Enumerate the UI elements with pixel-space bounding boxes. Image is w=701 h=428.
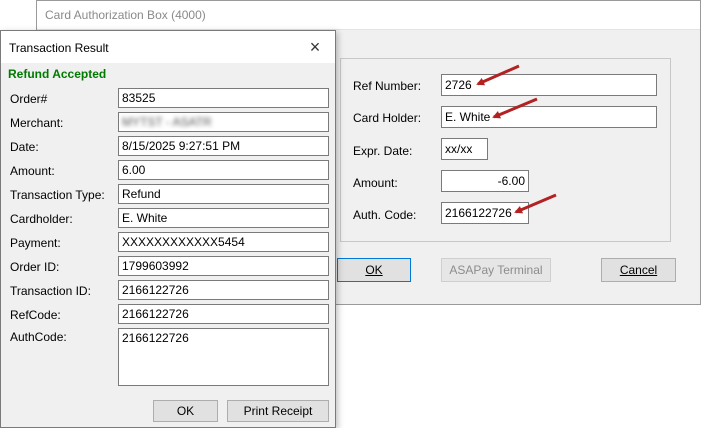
asapay-terminal-button[interactable]: ASAPay Terminal <box>441 258 551 282</box>
authcode-textarea[interactable]: 2166122726 <box>118 328 329 386</box>
authcode-label: AuthCode: <box>10 330 67 344</box>
cardholder-label: Cardholder: <box>10 212 73 226</box>
date-label: Date: <box>10 140 39 154</box>
card-holder-field[interactable]: E. White <box>441 106 657 128</box>
transaction-id-field[interactable]: 2166122726 <box>118 280 329 300</box>
payment-label: Payment: <box>10 236 61 250</box>
asapay-terminal-label: ASAPay Terminal <box>449 263 543 277</box>
card-auth-ok-label: OK <box>365 263 383 277</box>
transaction-result-titlebar: Transaction Result × <box>1 31 335 63</box>
refcode-label: RefCode: <box>10 308 61 322</box>
cardholder-field[interactable]: E. White <box>118 208 329 228</box>
order-number-label: Order# <box>10 92 48 106</box>
order-id-field[interactable]: 1799603992 <box>118 256 329 276</box>
close-icon[interactable]: × <box>295 31 335 63</box>
auth-code-field[interactable]: 2166122726 <box>441 202 529 224</box>
card-auth-ok-button[interactable]: OK <box>337 258 411 282</box>
amount-label: Amount: <box>353 176 398 190</box>
transaction-result-title: Transaction Result <box>9 41 109 55</box>
card-auth-titlebar: Card Authorization Box (4000) <box>37 1 700 30</box>
amount-result-label: Amount: <box>10 164 55 178</box>
result-ok-label: OK <box>176 404 195 418</box>
print-receipt-button[interactable]: Print Receipt <box>227 400 329 422</box>
result-ok-button[interactable]: OK <box>153 400 218 422</box>
amount-result-field[interactable]: 6.00 <box>118 160 329 180</box>
ref-number-label: Ref Number: <box>353 79 422 93</box>
merchant-label: Merchant: <box>10 116 64 130</box>
status-badge: Refund Accepted <box>8 67 107 81</box>
payment-field[interactable]: XXXXXXXXXXXX5454 <box>118 232 329 252</box>
card-holder-label: Card Holder: <box>353 111 422 125</box>
auth-code-label: Auth. Code: <box>353 208 417 222</box>
card-auth-cancel-label: Cancel <box>619 263 658 277</box>
print-receipt-label: Print Receipt <box>243 404 313 418</box>
transaction-type-field[interactable]: Refund <box>118 184 329 204</box>
expr-date-label: Expr. Date: <box>353 144 413 158</box>
transaction-id-label: Transaction ID: <box>10 284 91 298</box>
card-auth-cancel-button[interactable]: Cancel <box>601 258 676 282</box>
date-field[interactable]: 8/15/2025 9:27:51 PM <box>118 136 329 156</box>
refcode-field[interactable]: 2166122726 <box>118 304 329 324</box>
merchant-value: MYTST - ASATR <box>122 115 212 129</box>
transaction-result-dialog: Transaction Result × Refund Accepted Ord… <box>0 30 336 428</box>
transaction-type-label: Transaction Type: <box>10 188 105 202</box>
order-id-label: Order ID: <box>10 260 60 274</box>
merchant-field[interactable]: MYTST - ASATR <box>118 112 329 132</box>
order-number-field[interactable]: 83525 <box>118 88 329 108</box>
expr-date-field[interactable]: xx/xx <box>441 138 488 160</box>
card-auth-title: Card Authorization Box (4000) <box>45 8 206 22</box>
ref-number-field[interactable]: 2726 <box>441 74 657 96</box>
amount-field[interactable]: -6.00 <box>441 170 529 192</box>
